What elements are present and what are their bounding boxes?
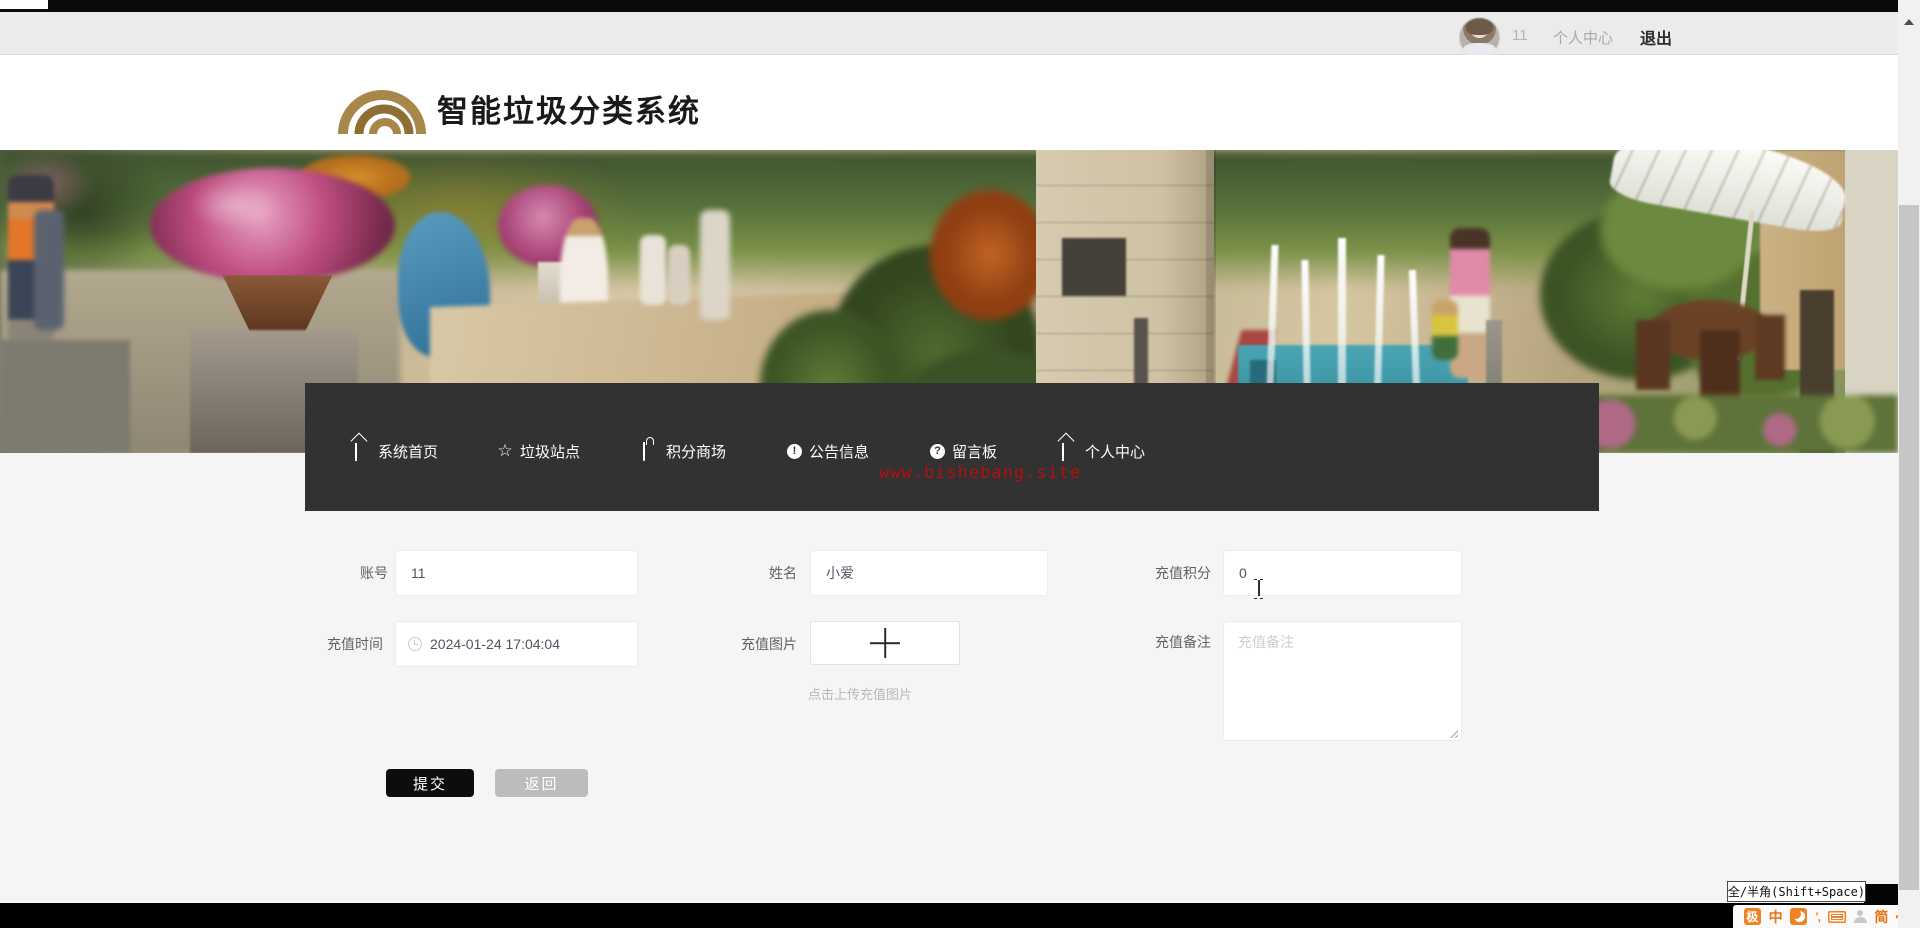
main-nav: 系统首页 ☆ 垃圾站点 积分商场 ! 公告信息 ? 留言板 个人中心 www.b… [305, 383, 1599, 511]
upload-image-button[interactable] [810, 621, 960, 665]
back-button[interactable]: 返回 [495, 769, 588, 797]
logout-link[interactable]: 退出 [1640, 25, 1672, 49]
scroll-up-arrow[interactable] [1898, 12, 1920, 32]
scrollbar[interactable] [1898, 0, 1920, 928]
keyboard-icon[interactable] [1828, 911, 1846, 923]
bag-icon [643, 443, 659, 459]
name-label: 姓名 [727, 564, 797, 582]
username-text: 11 [1512, 27, 1528, 44]
ime-toolbar: 极 中 ’, 简 [1733, 905, 1920, 928]
person-icon[interactable] [1854, 910, 1867, 923]
ime-tooltip: 全/半角(Shift+Space) [1727, 881, 1866, 902]
page: 11 个人中心 退出 智能垃圾分类系统 [0, 0, 1920, 928]
nav-item-message-board[interactable]: ? 留言板 [930, 440, 997, 462]
profile-link[interactable]: 个人中心 [1553, 27, 1613, 48]
remark-textarea[interactable] [1223, 621, 1462, 741]
home-icon [1062, 443, 1078, 459]
name-input[interactable] [810, 550, 1048, 596]
nav-label: 留言板 [952, 441, 997, 462]
question-icon: ? [930, 444, 945, 459]
hero-kid-yellow [1432, 300, 1458, 360]
hero-chair-1 [1636, 320, 1670, 390]
hero-kid-2 [668, 245, 690, 305]
info-icon: ! [787, 444, 802, 459]
top-strip [0, 0, 1898, 12]
text-cursor-icon [1253, 578, 1264, 598]
time-value: 2024-01-24 17:04:04 [430, 636, 560, 652]
hero-flower-highlight [190, 180, 280, 230]
hero-wall-left [0, 340, 130, 453]
avatar[interactable] [1459, 17, 1500, 58]
avatar-hair [1466, 19, 1493, 35]
time-input[interactable]: 2024-01-24 17:04:04 [395, 621, 638, 667]
jidian-icon[interactable]: 极 [1744, 908, 1761, 925]
home-icon [355, 443, 371, 459]
account-label: 账号 [318, 564, 388, 582]
hero-orange-tree [930, 190, 1050, 320]
submit-button[interactable]: 提交 [386, 769, 474, 797]
remark-label: 充值备注 [1131, 633, 1211, 651]
account-input[interactable] [395, 550, 638, 596]
star-icon: ☆ [497, 443, 513, 459]
scrollbar-thumb[interactable] [1899, 205, 1919, 890]
nav-item-home[interactable]: 系统首页 [355, 440, 438, 462]
hero-flower-ball-1 [150, 168, 395, 283]
nav-label: 垃圾站点 [520, 441, 580, 462]
nav-item-profile[interactable]: 个人中心 [1062, 440, 1145, 462]
clock-icon [408, 637, 422, 651]
nav-item-announcements[interactable]: ! 公告信息 [787, 440, 869, 462]
nav-label: 公告信息 [809, 441, 869, 462]
logo-icon [337, 70, 427, 138]
nav-label: 系统首页 [378, 441, 438, 462]
topbar [0, 12, 1898, 55]
nav-item-points-mall[interactable]: 积分商场 [643, 440, 726, 462]
moon-icon[interactable] [1790, 908, 1807, 925]
jian-icon[interactable]: 简 [1874, 907, 1888, 927]
nav-item-garbage-station[interactable]: ☆ 垃圾站点 [497, 440, 580, 462]
hero-chair-2 [1700, 330, 1740, 405]
hero-kid-1 [640, 235, 666, 305]
hero-building-window [1062, 238, 1126, 296]
top-strip-highlight [0, 0, 48, 9]
upload-hint: 点击上传充值图片 [808, 684, 912, 703]
nav-label: 个人中心 [1085, 441, 1145, 462]
points-label: 充值积分 [1131, 564, 1211, 582]
hero-flowerbed-br [1560, 395, 1898, 453]
hero-figure-2 [34, 210, 64, 330]
time-label: 充值时间 [313, 635, 383, 653]
watermark-text: www.bishebang.site [879, 463, 1081, 483]
punctuation-icon[interactable]: ’, [1815, 910, 1820, 924]
nav-label: 积分商场 [666, 441, 726, 462]
site-title: 智能垃圾分类系统 [437, 86, 701, 131]
zhong-icon[interactable]: 中 [1769, 907, 1783, 927]
header [0, 55, 1898, 150]
bottom-bar [0, 903, 1898, 928]
image-label: 充值图片 [727, 635, 797, 653]
hero-chair-3 [1755, 315, 1785, 380]
hero-figure-3 [700, 210, 730, 320]
